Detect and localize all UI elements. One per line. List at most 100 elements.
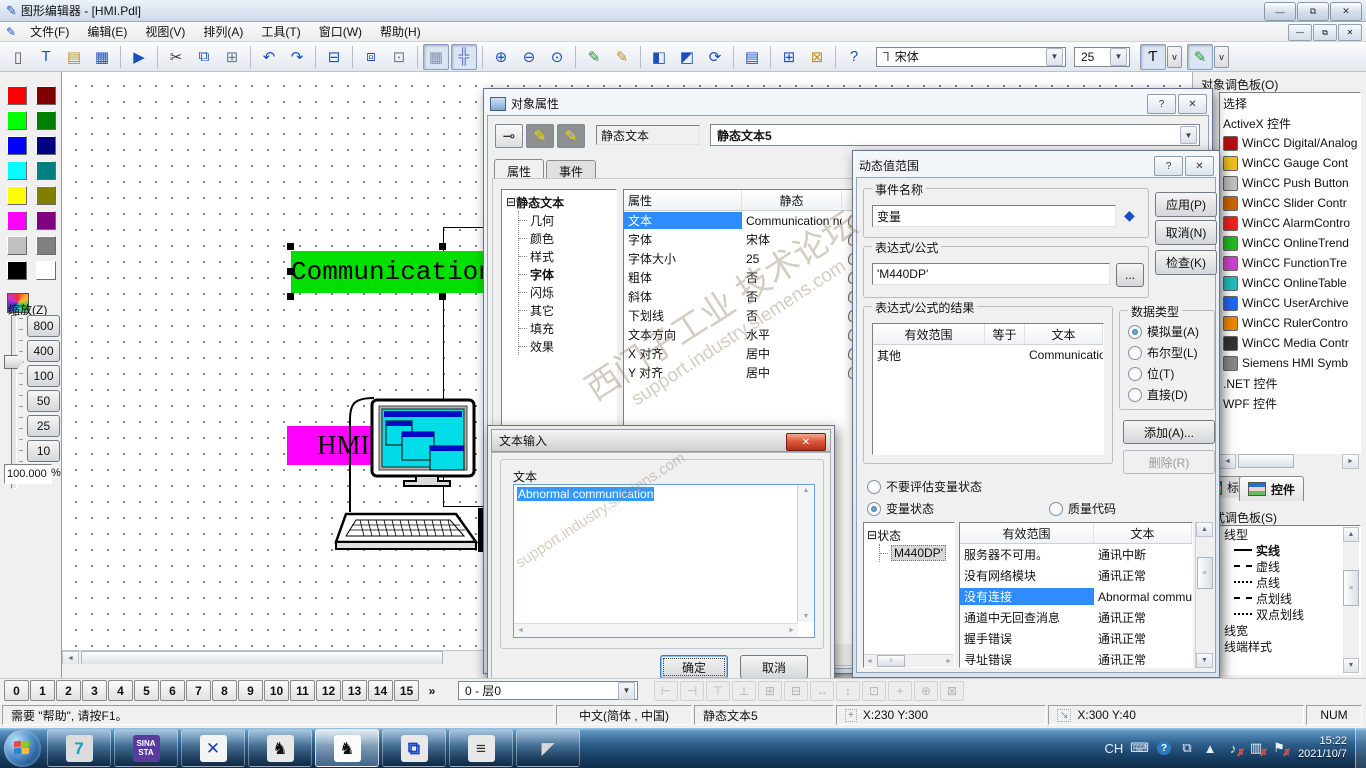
result-row[interactable]: 其他 Communication normal [873,345,1103,365]
radio-变量状态[interactable]: 变量状态 [867,500,934,517]
flip-vertical-button[interactable]: ◩ [674,44,700,70]
selection-handle[interactable] [439,293,446,300]
tree-item-字体[interactable]: 字体 [519,265,616,283]
taskbar-simatic-manager[interactable]: 7 [47,729,111,767]
tree-item-其它[interactable]: 其它 [519,301,616,319]
align-tool-5[interactable]: ⊟ [784,680,808,701]
color-swatch[interactable] [36,186,56,205]
snap-button[interactable]: ╬ [451,43,477,70]
add-button[interactable]: 添加(A)... [1123,420,1215,444]
color-swatch[interactable] [36,111,56,130]
font-family-combo[interactable]: Ꞁ 宋体 ▼ [876,46,1066,67]
column-header[interactable]: 属性 [624,190,742,210]
menu-item-E[interactable]: 编辑(E) [79,21,135,42]
color-swatch[interactable] [36,136,56,155]
help-pointer-button[interactable]: ? [841,44,867,70]
status-table[interactable]: 有效范围 文本 服务器不可用。 通讯中断 没有网络模块 通讯正常 没有连接 Abnormal … [959,522,1193,668]
zoom-preset-25[interactable]: 25 [27,415,60,437]
palette-item[interactable]: WinCC Push Button [1220,173,1360,193]
scroll-down-icon[interactable]: ▼ [1343,658,1359,673]
align-tool-1[interactable]: ⊣ [680,680,704,701]
show-desktop-button[interactable] [1355,728,1366,768]
radio-直接(D)[interactable]: 直接(D) [1128,386,1188,403]
status-row[interactable]: 没有连接 Abnormal communication [960,586,1192,607]
mdi-restore-button[interactable]: ⧉ [1313,24,1337,41]
layer-button-15[interactable]: 15 [394,680,419,701]
align-tool-9[interactable]: + [888,680,912,701]
scroll-thumb[interactable] [81,651,443,664]
color-swatch[interactable] [7,161,27,180]
scroll-right-icon[interactable]: ► [788,627,795,634]
tray-help-icon[interactable]: ? [1156,741,1172,755]
palette-item[interactable]: ActiveX 控件 [1220,113,1360,133]
layer-button-10[interactable]: 10 [264,680,289,701]
language-button[interactable]: ⊠ [804,44,830,70]
palette-item[interactable]: WinCC Gauge Cont [1220,153,1360,173]
status-row[interactable]: 服务器不可用。 通讯中断 [960,544,1192,565]
column-header[interactable]: 等于 [985,324,1025,344]
layer-button-8[interactable]: 8 [212,680,237,701]
color-swatch[interactable] [36,211,56,230]
layer-button-0[interactable]: 0 [4,680,29,701]
color-swatch[interactable] [36,161,56,180]
align-tool-2[interactable]: ⊤ [706,680,730,701]
scroll-up-icon[interactable]: ▲ [1196,522,1213,537]
style-item[interactable]: 实线 [1220,542,1360,558]
paste-button[interactable]: ⊞ [219,44,245,70]
mdi-close-button[interactable]: ✕ [1338,24,1362,41]
font-family-dropdown-icon[interactable]: ▼ [1046,47,1063,66]
cut-button[interactable]: ✂ [163,44,189,70]
layer-button-2[interactable]: 2 [56,680,81,701]
scroll-down-icon[interactable]: ▼ [803,613,810,620]
zoom-preset-100[interactable]: 100 [27,365,60,387]
align-tool-6[interactable]: ↔ [810,680,834,701]
tree-item-效果[interactable]: 效果 [519,337,616,355]
scroll-thumb[interactable]: ≡ [876,655,905,667]
ok-button[interactable]: 确定 [660,655,728,679]
expand-icon[interactable]: ⊟ [506,195,516,209]
scroll-down-icon[interactable]: ▼ [1196,653,1213,668]
text-color-dropdown[interactable]: v [1167,45,1182,68]
palette-item[interactable]: WinCC UserArchive [1220,293,1360,313]
copy-button[interactable]: ⧉ [191,44,217,70]
apply-button[interactable]: 应用(P) [1155,192,1217,217]
help-button[interactable]: ? [1154,156,1183,176]
dynamic-dialog-button[interactable]: ✎ [609,44,635,70]
undo-button[interactable]: ↶ [256,44,282,70]
style-item[interactable]: 点划线 [1220,590,1360,606]
status-row[interactable]: 通道中无回查消息 通讯正常 [960,607,1192,628]
layers-button[interactable]: ▤ [739,44,765,70]
layer-button-7[interactable]: 7 [186,680,211,701]
zoom-preset-800[interactable]: 800 [27,315,60,337]
selection-handle[interactable] [287,243,294,250]
object-name-dropdown-icon[interactable]: ▼ [1180,126,1197,144]
flip-horizontal-button[interactable]: ◧ [646,44,672,70]
status-tree-hscrollbar[interactable]: ◄ ≡ ► [864,654,954,667]
tray-volume-muted-icon[interactable]: ♪ ✗ [1225,741,1245,759]
cancel-button[interactable]: 取消(N) [1155,220,1217,245]
props-config-dialog-pen-button[interactable]: ✎ [557,124,585,148]
tray-keyboard-icon[interactable]: ⌨ [1130,740,1149,756]
style-item[interactable]: 点线 [1220,574,1360,590]
scroll-up-icon[interactable]: ▲ [803,487,810,494]
textarea-hscrollbar[interactable]: ◄ ► [514,623,798,637]
palette-item[interactable]: WinCC OnlineTable [1220,273,1360,293]
scroll-right-icon[interactable]: ► [1342,454,1359,469]
close-button[interactable]: ✕ [786,433,826,451]
expression-field[interactable]: 'M440DP' [872,263,1110,285]
color-swatch[interactable] [36,261,56,280]
layer-button-12[interactable]: 12 [316,680,341,701]
layer-button-3[interactable]: 3 [82,680,107,701]
tab-controls[interactable]: 控件 [1239,476,1305,501]
mdi-minimize-button[interactable]: — [1288,24,1312,41]
tag-icon[interactable]: ◆ [1124,207,1135,224]
palette-item[interactable]: WinCC AlarmContro [1220,213,1360,233]
layer-dropdown-icon[interactable]: ▼ [618,681,635,700]
rotate-button[interactable]: ⟳ [702,44,728,70]
tray-network-error-icon[interactable]: ▥ ✗ [1248,740,1268,759]
palette-item[interactable]: WinCC Media Contr [1220,333,1360,353]
selection-handle[interactable] [287,268,294,275]
menu-item-V[interactable]: 视图(V) [137,21,193,42]
style-item[interactable]: 线端样式 [1220,638,1360,654]
color-swatch[interactable] [36,236,56,255]
